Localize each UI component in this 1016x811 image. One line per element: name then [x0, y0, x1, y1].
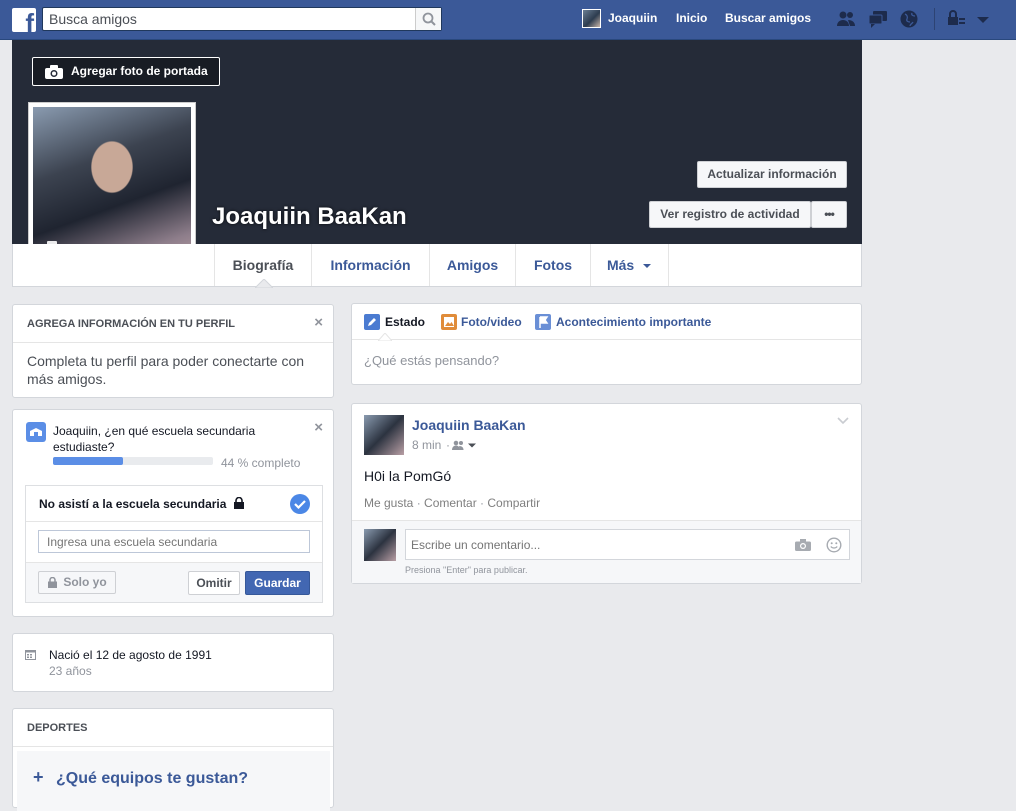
- photo-icon: [441, 314, 457, 330]
- add-info-text: Completa tu perfil para poder conectarte…: [27, 353, 305, 387]
- calendar-icon: [25, 650, 36, 660]
- avatar[interactable]: [364, 415, 404, 455]
- camera-icon: [45, 65, 63, 79]
- post-author[interactable]: Joaquiin BaaKan: [412, 417, 526, 433]
- facebook-logo-icon[interactable]: f: [12, 8, 36, 32]
- lock-icon: [48, 577, 57, 588]
- birthday-card: Nació el 12 de agosto de 1991 23 años: [12, 633, 334, 692]
- camera-icon[interactable]: [795, 539, 811, 551]
- school-input[interactable]: [39, 531, 309, 552]
- sports-card: DEPORTES + ¿Qué equipos te gustan?: [12, 708, 334, 811]
- search-icon: [422, 12, 436, 26]
- comment-input-box: [405, 529, 850, 560]
- school-form: No asistí a la escuela secundaria Solo y…: [25, 485, 323, 603]
- smiley-icon[interactable]: [826, 537, 842, 553]
- teams-prompt[interactable]: + ¿Qué equipos te gustan?: [17, 751, 330, 811]
- school-question: Joaquiin, ¿en qué escuela secundaria est…: [53, 424, 256, 454]
- active-tab-indicator: [255, 279, 273, 288]
- search-button[interactable]: [415, 8, 441, 30]
- card-header: AGREGA INFORMACIÓN EN TU PERFIL: [13, 305, 333, 343]
- activity-log-button[interactable]: Ver registro de actividad: [649, 201, 811, 228]
- find-friends-link[interactable]: Buscar amigos: [725, 11, 811, 25]
- tab-status[interactable]: Estado: [385, 315, 425, 329]
- tab-photos[interactable]: Fotos: [515, 244, 590, 286]
- comment-area: Presiona "Enter" para publicar.: [352, 520, 861, 583]
- profile-photo: [33, 107, 191, 265]
- plus-icon: +: [33, 767, 44, 787]
- tab-label: Biografía: [232, 257, 294, 273]
- avatar: [364, 529, 396, 561]
- share-link[interactable]: Compartir: [487, 496, 540, 510]
- tab-friends[interactable]: Amigos: [429, 244, 515, 286]
- status-composer: Estado Foto/video Acontecimiento importa…: [351, 303, 862, 385]
- pencil-icon: [364, 314, 380, 330]
- privacy-shortcuts-icon[interactable]: [946, 9, 966, 29]
- card-header: DEPORTES: [13, 709, 333, 747]
- post-actions: Me gusta · Comentar · Compartir: [364, 496, 541, 510]
- comment-link[interactable]: Comentar: [424, 496, 477, 510]
- birth-date: Nació el 12 de agosto de 1991: [49, 648, 212, 662]
- profile-name[interactable]: Joaquiin BaaKan: [212, 202, 407, 232]
- post-text: H0i la PomGó: [364, 468, 452, 484]
- age: 23 años: [49, 664, 92, 678]
- school-icon: [26, 422, 46, 442]
- lock-icon: [234, 497, 244, 509]
- profile-tabs: Biografía Información Amigos Fotos Más: [12, 244, 862, 288]
- post-card: Joaquiin BaaKan 8 min · H0i la PomGó Me …: [351, 403, 862, 584]
- divider: [934, 8, 935, 30]
- add-info-card: AGREGA INFORMACIÓN EN TU PERFIL × Comple…: [12, 304, 334, 398]
- tab-label: Más: [606, 257, 635, 273]
- chevron-down-icon: [643, 264, 652, 268]
- composer-tabs: Estado Foto/video Acontecimiento importa…: [352, 304, 861, 341]
- close-icon[interactable]: ×: [314, 419, 323, 436]
- account-menu-chevron-icon[interactable]: [973, 10, 993, 30]
- friend-requests-icon[interactable]: [836, 9, 856, 29]
- no-school-label: No asistí a la escuela secundaria: [39, 497, 227, 511]
- tab-label: Amigos: [446, 257, 499, 273]
- tab-more[interactable]: Más: [590, 244, 669, 286]
- progress-fill: [53, 457, 124, 465]
- form-footer: Solo yo Omitir Guardar: [26, 562, 322, 602]
- composer-input[interactable]: ¿Qué estás pensando?: [364, 353, 499, 368]
- search-input[interactable]: [43, 8, 415, 30]
- chevron-down-icon[interactable]: [837, 417, 849, 425]
- update-info-button[interactable]: Actualizar información: [697, 161, 847, 188]
- notifications-globe-icon[interactable]: [899, 9, 919, 29]
- enter-hint: Presiona "Enter" para publicar.: [405, 565, 528, 575]
- add-cover-label: Agregar foto de portada: [71, 64, 208, 78]
- post-time[interactable]: 8 min: [412, 438, 441, 452]
- progress-bar: [53, 457, 213, 465]
- messages-icon[interactable]: [868, 9, 888, 29]
- check-icon[interactable]: [289, 493, 311, 515]
- school-input-box: [38, 530, 310, 553]
- tab-label: Información: [330, 257, 411, 273]
- tab-about[interactable]: Información: [311, 244, 429, 286]
- active-composer-tab-indicator: [378, 333, 392, 341]
- privacy-label: Solo yo: [63, 575, 107, 589]
- add-cover-photo-button[interactable]: Agregar foto de portada: [32, 57, 220, 86]
- home-link[interactable]: Inicio: [676, 11, 707, 25]
- flag-icon: [535, 314, 551, 330]
- like-link[interactable]: Me gusta: [364, 496, 413, 510]
- save-button[interactable]: Guardar: [245, 571, 310, 595]
- progress-text: 44 % completo: [221, 456, 301, 470]
- tab-label: Fotos: [533, 257, 573, 273]
- tab-life-event[interactable]: Acontecimiento importante: [556, 315, 711, 329]
- more-options-button[interactable]: •••: [811, 201, 847, 228]
- top-navigation-bar: f Joaquiin Inicio Buscar amigos: [0, 0, 1016, 40]
- separator: ·: [446, 438, 450, 452]
- school-question-card: Joaquiin, ¿en qué escuela secundaria est…: [12, 409, 334, 617]
- comment-input[interactable]: [406, 530, 786, 559]
- no-school-row[interactable]: No asistí a la escuela secundaria: [26, 486, 322, 522]
- avatar[interactable]: [582, 9, 601, 28]
- close-icon[interactable]: ×: [314, 314, 323, 331]
- audience-friends-icon[interactable]: [452, 440, 478, 450]
- search-box: [42, 7, 442, 31]
- profile-link[interactable]: Joaquiin: [608, 11, 657, 25]
- skip-button[interactable]: Omitir: [188, 571, 240, 595]
- privacy-selector[interactable]: Solo yo: [38, 571, 116, 594]
- cover-photo-area: Agregar foto de portada Joaquiin BaaKan …: [12, 40, 862, 270]
- teams-question: ¿Qué equipos te gustan?: [56, 770, 249, 787]
- tab-photo-video[interactable]: Foto/video: [461, 315, 522, 329]
